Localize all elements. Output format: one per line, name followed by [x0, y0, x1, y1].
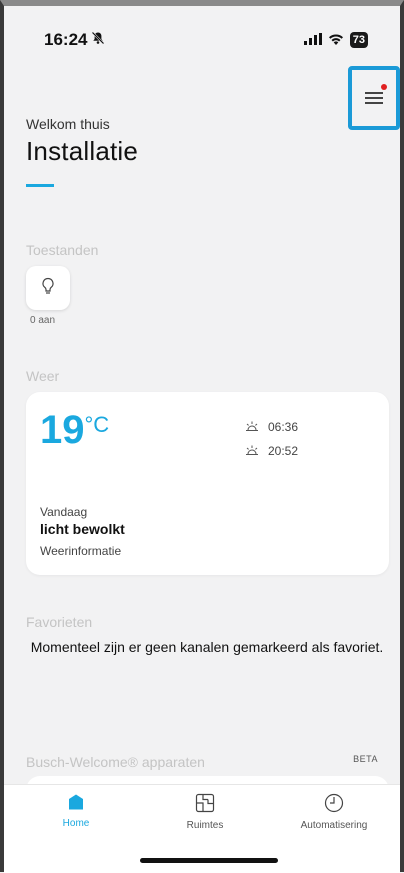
tab-rooms-label: Ruimtes — [186, 820, 224, 831]
device-count: 0 aan — [30, 315, 56, 326]
weather-card[interactable]: 19°C 06:36 20:52 Vandaag licht bewolkt W… — [26, 392, 389, 575]
sunrise-time: 06:36 — [268, 420, 299, 434]
home-indicator — [140, 858, 278, 863]
menu-button[interactable] — [348, 66, 400, 130]
weather-day-label: Vandaag — [40, 505, 88, 519]
tab-home-label: Home — [62, 818, 90, 829]
hamburger-menu-icon — [365, 92, 383, 104]
sunrise-icon — [246, 420, 258, 434]
sunset-time: 20:52 — [268, 444, 299, 458]
temperature: 19°C — [40, 408, 109, 453]
status-bar: 16:24 73 — [44, 28, 368, 52]
beta-badge: BETA — [353, 754, 378, 764]
section-label-devices: Toestanden — [26, 242, 99, 258]
rooms-icon — [195, 793, 215, 816]
status-time: 16:24 — [44, 30, 88, 49]
sunrise-row: 06:36 — [246, 420, 298, 434]
temperature-unit: °C — [84, 412, 110, 437]
bell-off-icon — [91, 30, 105, 50]
lightbulb-icon — [41, 277, 55, 300]
title-underline — [26, 184, 54, 187]
battery-icon: 73 — [349, 32, 368, 48]
weather-condition: licht bewolkt — [40, 521, 125, 537]
weather-info-link[interactable]: Weerinformatie — [40, 544, 121, 558]
notification-dot — [381, 84, 387, 90]
temperature-value: 19 — [40, 408, 85, 452]
tab-home[interactable]: Home — [16, 793, 136, 829]
wifi-icon — [328, 30, 344, 50]
sunset-icon — [246, 444, 258, 458]
tab-automation-label: Automatisering — [300, 820, 368, 831]
tab-rooms[interactable]: Ruimtes — [145, 793, 265, 831]
greeting: Welkom thuis — [26, 116, 110, 132]
section-label-favorites: Favorieten — [26, 614, 93, 630]
section-label-weather: Weer — [26, 368, 60, 384]
signal-icon — [303, 30, 322, 50]
section-label-busch-welcome: Busch-Welcome® apparaten — [26, 754, 205, 770]
home-icon — [67, 793, 85, 814]
device-tile-lights[interactable] — [26, 266, 70, 310]
favorites-empty-message: Momenteel zijn er geen kanalen gemarkeer… — [30, 639, 384, 655]
page-title: Installatie — [26, 136, 139, 166]
sunset-row: 20:52 — [246, 444, 298, 458]
tab-automation[interactable]: Automatisering — [274, 793, 394, 831]
clock-icon — [324, 793, 344, 816]
